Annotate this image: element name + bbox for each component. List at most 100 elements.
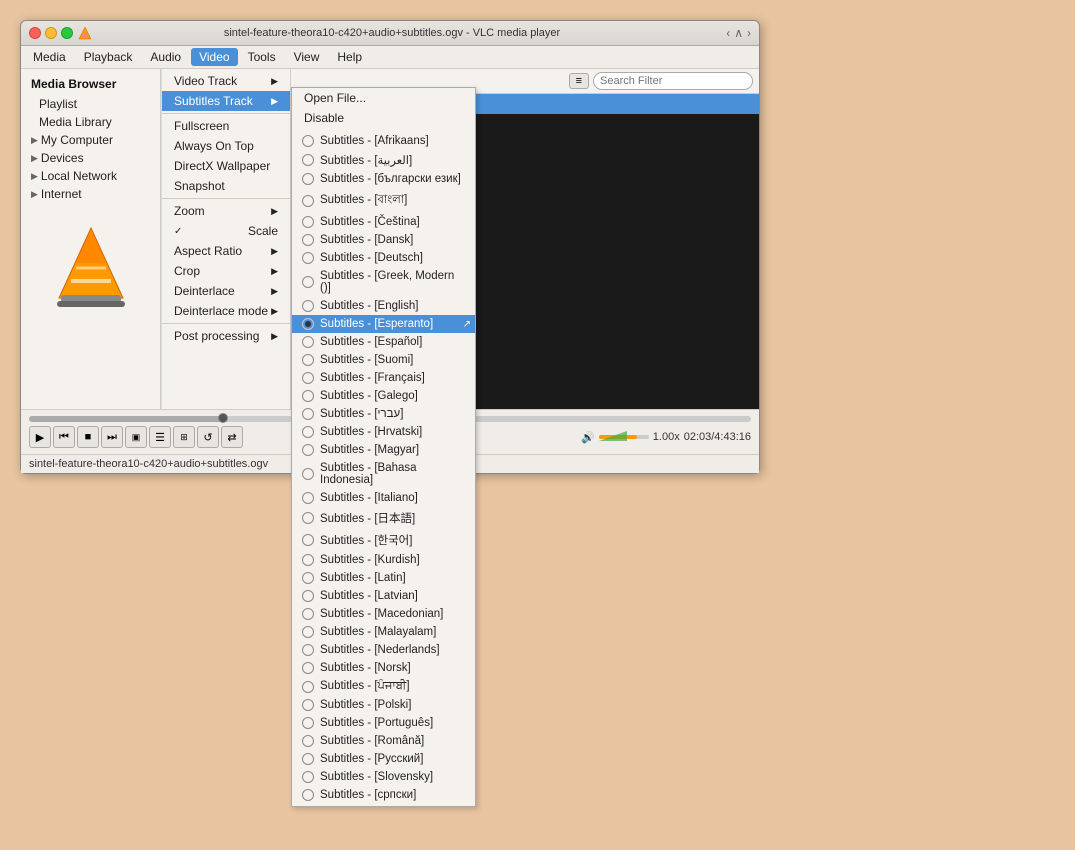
arrow-right-icon: ▶ <box>271 286 278 297</box>
radio-icon <box>302 408 314 420</box>
radio-icon <box>302 444 314 456</box>
menu-crop[interactable]: Crop ▶ <box>162 261 290 281</box>
radio-icon <box>302 252 314 264</box>
subtitle-label: Subtitles - [Italiano] <box>320 492 418 504</box>
chevron-right-icon: ▶ <box>31 171 38 182</box>
subtitle-malayalam[interactable]: Subtitles - [Malayalam] <box>292 623 475 641</box>
menu-deinterlace-mode[interactable]: Deinterlace mode ▶ <box>162 301 290 321</box>
sidebar-item-computer[interactable]: ▶ My Computer <box>21 131 160 149</box>
menu-media[interactable]: Media <box>25 48 74 66</box>
menu-directx-wallpaper[interactable]: DirectX Wallpaper <box>162 156 290 176</box>
prev-button[interactable]: ⏮ <box>53 426 75 448</box>
subtitle-dutch[interactable]: Subtitles - [Nederlands] <box>292 641 475 659</box>
subtitle-danish[interactable]: Subtitles - [Dansk] <box>292 231 475 249</box>
subtitle-romanian[interactable]: Subtitles - [Română] <box>292 732 475 750</box>
subtitle-korean[interactable]: Subtitles - [한국어] <box>292 529 475 551</box>
subtitle-english[interactable]: Subtitles - [English] <box>292 297 475 315</box>
menu-aspect-ratio[interactable]: Aspect Ratio ▶ <box>162 241 290 261</box>
fullscreen-label: Fullscreen <box>174 119 229 133</box>
chevron-up-icon[interactable]: ∧ <box>734 26 743 40</box>
volume-control[interactable] <box>599 431 649 443</box>
subtitle-latin[interactable]: Subtitles - [Latin] <box>292 569 475 587</box>
subtitle-serbian[interactable]: Subtitles - [српски] <box>292 786 475 804</box>
separator-3 <box>162 323 290 324</box>
subtitle-galician[interactable]: Subtitles - [Galego] <box>292 387 475 405</box>
subtitle-open-file[interactable]: Open File... <box>292 88 475 108</box>
menu-fullscreen[interactable]: Fullscreen <box>162 116 290 136</box>
sidebar-item-devices[interactable]: ▶ Devices <box>21 149 160 167</box>
subtitle-esperanto[interactable]: Subtitles - [Esperanto] ↗ <box>292 315 475 333</box>
radio-icon <box>302 216 314 228</box>
maximize-button[interactable] <box>61 27 73 39</box>
subtitle-french[interactable]: Subtitles - [Français] <box>292 369 475 387</box>
subtitle-indonesian[interactable]: Subtitles - [Bahasa Indonesia] <box>292 459 475 489</box>
subtitle-thai[interactable]: Subtitles - [Thai] <box>292 804 475 807</box>
radio-icon <box>302 276 314 288</box>
extended-button[interactable]: ⊞ <box>173 426 195 448</box>
subtitle-russian[interactable]: Subtitles - [Русский] <box>292 750 475 768</box>
speed-display: 1.00x <box>653 431 680 443</box>
menu-playback[interactable]: Playback <box>76 48 141 66</box>
radio-icon <box>302 234 314 246</box>
subtitle-kurdish[interactable]: Subtitles - [Kurdish] <box>292 551 475 569</box>
playlist-button[interactable]: ☰ <box>149 426 171 448</box>
play-pause-button[interactable]: ▶ <box>29 426 51 448</box>
loop-button[interactable]: ↺ <box>197 426 219 448</box>
frame-button[interactable]: ▣ <box>125 426 147 448</box>
chevron-left-icon[interactable]: ‹ <box>726 26 730 40</box>
sidebar-item-local-network[interactable]: ▶ Local Network <box>21 167 160 185</box>
filter-button[interactable]: ≡ <box>569 73 589 89</box>
subtitle-arabic[interactable]: Subtitles - [العربية] <box>292 150 475 170</box>
radio-icon <box>302 534 314 546</box>
subtitle-greek[interactable]: Subtitles - [Greek, Modern ()] <box>292 267 475 297</box>
menu-view[interactable]: View <box>286 48 328 66</box>
subtitle-portuguese[interactable]: Subtitles - [Português] <box>292 714 475 732</box>
stop-button[interactable]: ■ <box>77 426 99 448</box>
subtitle-german[interactable]: Subtitles - [Deutsch] <box>292 249 475 267</box>
loop-icon: ↺ <box>203 431 212 444</box>
subtitle-label: Subtitles - [Deutsch] <box>320 252 423 264</box>
subtitle-macedonian[interactable]: Subtitles - [Macedonian] <box>292 605 475 623</box>
menu-tools[interactable]: Tools <box>240 48 284 66</box>
menu-always-on-top[interactable]: Always On Top <box>162 136 290 156</box>
menu-help[interactable]: Help <box>329 48 370 66</box>
next-button[interactable]: ⏭ <box>101 426 123 448</box>
minimize-button[interactable] <box>45 27 57 39</box>
subtitle-hungarian[interactable]: Subtitles - [Magyar] <box>292 441 475 459</box>
subtitle-croatian[interactable]: Subtitles - [Hrvatski] <box>292 423 475 441</box>
menu-snapshot[interactable]: Snapshot <box>162 176 290 196</box>
sidebar-item-playlist[interactable]: Playlist <box>21 95 160 113</box>
menu-zoom[interactable]: Zoom ▶ <box>162 201 290 221</box>
subtitle-polish[interactable]: Subtitles - [Polski] <box>292 696 475 714</box>
menu-scale[interactable]: ✓ Scale <box>162 221 290 241</box>
menu-audio[interactable]: Audio <box>142 48 189 66</box>
search-input[interactable] <box>593 72 753 90</box>
shuffle-button[interactable]: ⇄ <box>221 426 243 448</box>
subtitle-slovak[interactable]: Subtitles - [Slovensky] <box>292 768 475 786</box>
close-button[interactable] <box>29 27 41 39</box>
subtitle-hebrew[interactable]: Subtitles - [עברי] <box>292 405 475 423</box>
disable-label: Disable <box>304 111 344 125</box>
subtitle-norwegian[interactable]: Subtitles - [Norsk] <box>292 659 475 677</box>
chevron-right-icon[interactable]: › <box>747 26 751 40</box>
vlc-logo-area <box>21 203 160 333</box>
subtitle-bengali[interactable]: Subtitles - [বাংলা] <box>292 188 475 213</box>
subtitle-bulgarian[interactable]: Subtitles - [български език] <box>292 170 475 188</box>
menu-video-track[interactable]: Video Track ▶ <box>162 71 290 91</box>
stop-icon: ■ <box>85 431 92 443</box>
subtitle-disable[interactable]: Disable <box>292 108 475 128</box>
subtitle-afrikaans[interactable]: Subtitles - [Afrikaans] <box>292 132 475 150</box>
subtitle-japanese[interactable]: Subtitles - [日本語] <box>292 507 475 529</box>
sidebar-item-media-library[interactable]: Media Library <box>21 113 160 131</box>
menu-subtitles-track[interactable]: Subtitles Track ▶ <box>162 91 290 111</box>
subtitle-latvian[interactable]: Subtitles - [Latvian] <box>292 587 475 605</box>
menu-video[interactable]: Video <box>191 48 237 66</box>
subtitle-italian[interactable]: Subtitles - [Italiano] <box>292 489 475 507</box>
menu-post-processing[interactable]: Post processing ▶ <box>162 326 290 346</box>
sidebar-item-internet[interactable]: ▶ Internet <box>21 185 160 203</box>
menu-deinterlace[interactable]: Deinterlace ▶ <box>162 281 290 301</box>
subtitle-czech[interactable]: Subtitles - [Čeština] <box>292 213 475 231</box>
subtitle-spanish[interactable]: Subtitles - [Español] <box>292 333 475 351</box>
subtitle-punjabi[interactable]: Subtitles - [ਪੰਜਾਬੀ] <box>292 677 475 696</box>
subtitle-finnish[interactable]: Subtitles - [Suomi] <box>292 351 475 369</box>
